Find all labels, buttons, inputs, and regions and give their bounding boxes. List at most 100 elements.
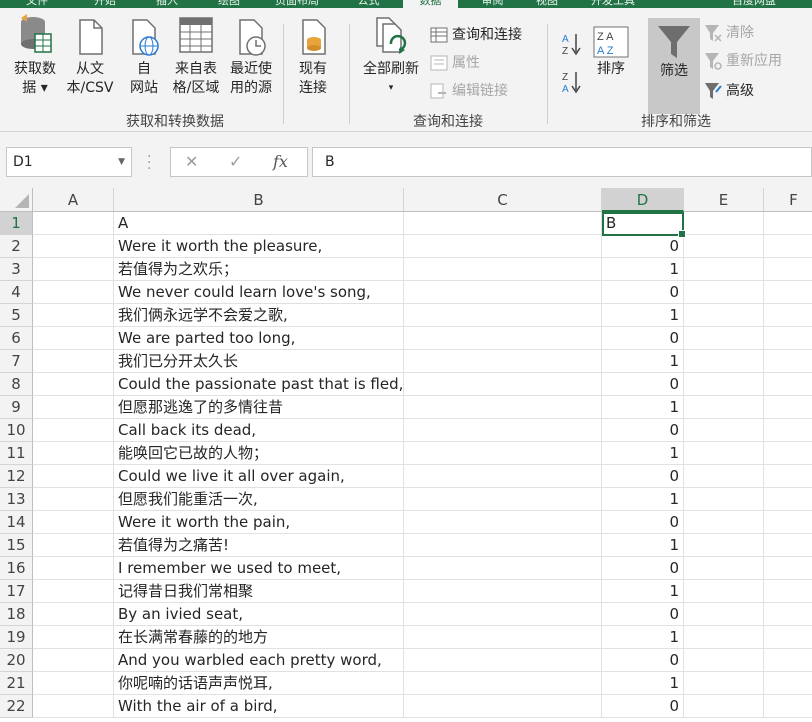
cell[interactable]: 0 xyxy=(602,419,684,442)
cell[interactable]: Could the passionate past that is fled, xyxy=(114,373,404,396)
cell[interactable] xyxy=(33,396,114,419)
cell[interactable]: 但愿我们能重活一次, xyxy=(114,488,404,511)
row-header[interactable]: 5 xyxy=(0,304,33,327)
row-header[interactable]: 4 xyxy=(0,281,33,304)
existing-connections-button[interactable]: 现有 连接 xyxy=(290,14,336,98)
cell[interactable] xyxy=(684,488,764,511)
cell[interactable] xyxy=(404,511,602,534)
cell[interactable] xyxy=(33,649,114,672)
row-header[interactable]: 21 xyxy=(0,672,33,695)
refresh-all-button[interactable]: 全部刷新 ▾ xyxy=(358,14,424,98)
from-table-button[interactable]: 来自表 格/区域 xyxy=(168,14,224,98)
cell[interactable] xyxy=(764,327,812,350)
cell[interactable] xyxy=(764,304,812,327)
cell[interactable] xyxy=(33,281,114,304)
cell[interactable] xyxy=(764,672,812,695)
advanced-filter-button[interactable]: 高级 xyxy=(704,82,754,100)
cell[interactable]: 1 xyxy=(602,534,684,557)
cell[interactable]: And you warbled each pretty word, xyxy=(114,649,404,672)
cell[interactable] xyxy=(684,672,764,695)
row-header[interactable]: 15 xyxy=(0,534,33,557)
ribbon-tab[interactable]: 审阅 xyxy=(470,0,515,8)
cell[interactable] xyxy=(764,695,812,718)
cell[interactable]: 但愿那逃逸了的多情往昔 xyxy=(114,396,404,419)
sort-button[interactable]: Z A A Z 排序 xyxy=(590,26,632,79)
cell[interactable] xyxy=(764,465,812,488)
row-header[interactable]: 12 xyxy=(0,465,33,488)
cell[interactable] xyxy=(33,695,114,718)
cell[interactable] xyxy=(764,350,812,373)
cell[interactable] xyxy=(33,626,114,649)
row-header[interactable]: 19 xyxy=(0,626,33,649)
cell[interactable]: 能唤回它已故的人物； xyxy=(114,442,404,465)
cell[interactable]: We are parted too long, xyxy=(114,327,404,350)
spreadsheet-grid[interactable]: A B C D E F 1 A B 2 Were it worth the pleasure, 0 3 若… xyxy=(0,188,812,722)
cell[interactable]: 0 xyxy=(602,465,684,488)
cell[interactable] xyxy=(764,235,812,258)
cell[interactable] xyxy=(404,396,602,419)
ribbon-tab[interactable]: 开发工具 xyxy=(580,0,646,8)
cell[interactable] xyxy=(33,212,114,235)
cell[interactable] xyxy=(684,281,764,304)
ribbon-tab[interactable]: 公式 xyxy=(346,0,391,8)
cell[interactable]: B xyxy=(602,212,684,235)
cell[interactable] xyxy=(33,534,114,557)
cell[interactable] xyxy=(33,373,114,396)
cell[interactable] xyxy=(684,212,764,235)
cell[interactable]: We never could learn love's song, xyxy=(114,281,404,304)
ribbon-tab[interactable]: 页面布局 xyxy=(262,0,332,8)
cell[interactable] xyxy=(684,350,764,373)
cell[interactable] xyxy=(404,603,602,626)
cell[interactable] xyxy=(33,580,114,603)
edit-links-button[interactable]: 编辑链接 xyxy=(430,82,508,100)
cell[interactable] xyxy=(404,626,602,649)
cell[interactable] xyxy=(404,580,602,603)
recent-sources-button[interactable]: 最近使 用的源 xyxy=(224,14,278,98)
cell[interactable]: By an ivied seat, xyxy=(114,603,404,626)
cell[interactable] xyxy=(404,258,602,281)
row-header[interactable]: 6 xyxy=(0,327,33,350)
cell[interactable] xyxy=(764,488,812,511)
cell[interactable] xyxy=(684,695,764,718)
cell[interactable] xyxy=(404,649,602,672)
cell[interactable]: 记得昔日我们常相聚 xyxy=(114,580,404,603)
row-header[interactable]: 2 xyxy=(0,235,33,258)
row-header[interactable]: 11 xyxy=(0,442,33,465)
cell[interactable] xyxy=(33,465,114,488)
cell[interactable] xyxy=(764,580,812,603)
cell[interactable] xyxy=(33,419,114,442)
properties-button[interactable]: 属性 xyxy=(430,54,480,72)
row-header[interactable]: 14 xyxy=(0,511,33,534)
cell[interactable] xyxy=(404,235,602,258)
get-data-button[interactable]: 获取数 据 ▾ xyxy=(6,14,64,98)
cell[interactable]: Were it worth the pain, xyxy=(114,511,404,534)
column-header[interactable]: B xyxy=(114,188,404,212)
row-header[interactable]: 1 xyxy=(0,212,33,235)
name-box[interactable]: D1 ▼ xyxy=(6,147,132,177)
ribbon-tab[interactable]: 绘图 xyxy=(204,0,254,8)
cell[interactable] xyxy=(684,235,764,258)
cell[interactable] xyxy=(764,511,812,534)
sort-ascending-button[interactable]: AZ xyxy=(562,32,582,56)
ribbon-tab[interactable]: 文件 xyxy=(12,0,62,8)
cell[interactable]: 0 xyxy=(602,327,684,350)
cell[interactable] xyxy=(404,327,602,350)
cell[interactable] xyxy=(33,327,114,350)
cell[interactable] xyxy=(764,396,812,419)
row-header[interactable]: 18 xyxy=(0,603,33,626)
cell[interactable]: 1 xyxy=(602,580,684,603)
cell[interactable]: 1 xyxy=(602,258,684,281)
cell[interactable] xyxy=(404,350,602,373)
sort-descending-button[interactable]: ZA xyxy=(562,70,582,94)
ribbon-tab[interactable]: 数据 xyxy=(403,0,458,8)
cell[interactable]: 1 xyxy=(602,672,684,695)
cell[interactable]: 在长满常春藤的的地方 xyxy=(114,626,404,649)
cell[interactable]: I remember we used to meet, xyxy=(114,557,404,580)
cell[interactable] xyxy=(684,442,764,465)
cell[interactable] xyxy=(684,534,764,557)
cell[interactable] xyxy=(33,258,114,281)
cell[interactable]: 1 xyxy=(602,442,684,465)
cell[interactable] xyxy=(33,442,114,465)
cell[interactable] xyxy=(33,603,114,626)
cell[interactable] xyxy=(684,626,764,649)
